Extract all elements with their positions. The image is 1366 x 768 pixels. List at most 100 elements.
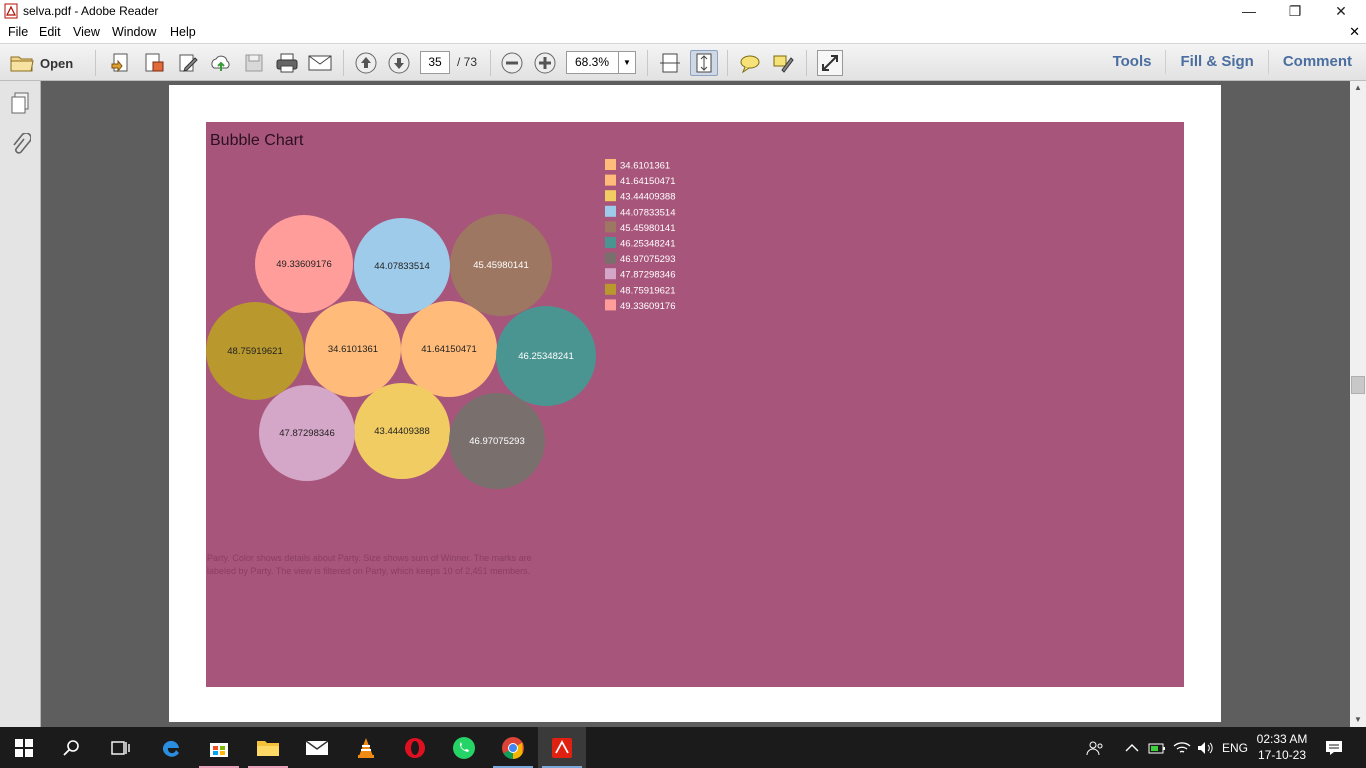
chrome-taskbar-button[interactable] — [489, 727, 537, 768]
fit-width-button[interactable] — [657, 50, 683, 76]
export-pdf-button[interactable] — [141, 50, 167, 76]
envelope-icon — [308, 55, 332, 71]
bubble-label: 47.87298346 — [279, 428, 334, 439]
file-explorer-taskbar-button[interactable] — [244, 727, 292, 768]
search-button[interactable] — [48, 727, 96, 768]
chevron-down-icon[interactable]: ▼ — [618, 52, 635, 73]
wifi-icon[interactable] — [1173, 727, 1191, 768]
legend-label: 45.45980141 — [620, 223, 675, 234]
chrome-icon — [502, 736, 524, 759]
opera-icon — [405, 737, 425, 758]
close-window-button[interactable]: ✕ — [1318, 0, 1364, 22]
save-button[interactable] — [241, 50, 267, 76]
save-icon — [245, 54, 263, 72]
menu-bar: File Edit View Window Help ✕ — [0, 22, 1366, 43]
attachments-icon[interactable] — [9, 133, 31, 157]
people-icon[interactable] — [1086, 727, 1106, 768]
legend-label: 34.6101361 — [620, 161, 670, 172]
close-document-icon[interactable]: ✕ — [1349, 24, 1360, 40]
bubble-label: 44.07833514 — [374, 261, 429, 272]
legend-swatch — [605, 299, 616, 311]
legend-swatch — [605, 205, 616, 217]
comment-pane-link[interactable]: Comment — [1267, 50, 1366, 74]
legend-label: 46.25348241 — [620, 239, 675, 250]
bubble-label: 41.64150471 — [421, 344, 476, 355]
zoom-out-button[interactable] — [499, 50, 525, 76]
scroll-up-icon[interactable]: ▲ — [1350, 81, 1366, 95]
fill-sign-pane-link[interactable]: Fill & Sign — [1165, 50, 1267, 74]
edit-pdf-button[interactable] — [175, 50, 201, 76]
tools-pane-link[interactable]: Tools — [1099, 50, 1166, 74]
folder-icon — [10, 56, 34, 72]
language-indicator[interactable]: ENG — [1222, 727, 1248, 768]
create-pdf-button[interactable] — [108, 50, 134, 76]
open-label: Open — [40, 55, 74, 71]
adobe-reader-taskbar-button[interactable] — [538, 727, 586, 768]
mail-icon — [305, 739, 329, 755]
fit-page-button[interactable] — [690, 50, 718, 76]
minimize-button[interactable]: — — [1226, 0, 1272, 22]
arrow-down-icon — [388, 52, 410, 74]
vlc-taskbar-button[interactable] — [342, 727, 390, 768]
legend-swatch — [605, 237, 616, 248]
document-view[interactable]: Bubble Chart 34.6101361 41.64150471 43.444… — [41, 81, 1350, 727]
notifications-icon[interactable] — [1325, 727, 1343, 768]
highlighter-icon — [773, 55, 794, 73]
legend-label: 43.44409388 — [620, 192, 675, 203]
comment-bubble-icon — [740, 55, 760, 73]
menu-view[interactable]: View — [73, 25, 100, 39]
edge-taskbar-button[interactable] — [147, 727, 195, 768]
fit-width-icon — [660, 53, 680, 73]
store-taskbar-button[interactable] — [195, 727, 243, 768]
bubble-group: 34.6101361 41.64150471 43.44409388 44.07833… — [206, 214, 596, 489]
upload-button[interactable] — [208, 50, 234, 76]
title-bar: selva.pdf - Adobe Reader — ❐ ✕ — [0, 0, 1366, 22]
task-panes: Tools Fill & Sign Comment — [1099, 44, 1366, 80]
edit-icon — [179, 54, 198, 72]
bubble-label: 48.75919621 — [227, 346, 282, 357]
menu-window[interactable]: Window — [112, 25, 156, 39]
scroll-down-icon[interactable]: ▼ — [1350, 713, 1366, 727]
pdf-page: Bubble Chart 34.6101361 41.64150471 43.444… — [169, 85, 1221, 722]
legend-label: 46.97075293 — [620, 254, 675, 265]
bubble-label: 46.97075293 — [469, 436, 524, 447]
opera-taskbar-button[interactable] — [391, 727, 439, 768]
chart-title: Bubble Chart — [210, 132, 304, 149]
store-icon — [210, 742, 228, 757]
task-view-icon — [111, 740, 130, 755]
chart-canvas: Bubble Chart 34.6101361 41.64150471 43.444… — [206, 132, 675, 576]
start-button[interactable] — [0, 727, 48, 768]
menu-edit[interactable]: Edit — [39, 25, 61, 39]
menu-file[interactable]: File — [8, 25, 28, 39]
show-hidden-icons-chevron-icon[interactable] — [1125, 727, 1139, 768]
full-screen-button[interactable] — [817, 50, 843, 76]
restore-button[interactable]: ❐ — [1272, 0, 1318, 22]
volume-icon[interactable] — [1196, 727, 1214, 768]
whatsapp-taskbar-button[interactable] — [440, 727, 488, 768]
scrollbar-thumb[interactable] — [1351, 376, 1365, 394]
bubble-label: 49.33609176 — [276, 259, 331, 270]
battery-icon[interactable] — [1148, 727, 1166, 768]
next-page-button[interactable] — [386, 50, 412, 76]
open-button[interactable]: Open — [10, 50, 73, 76]
vertical-scrollbar[interactable]: ▲ ▼ — [1350, 81, 1366, 727]
mail-taskbar-button[interactable] — [293, 727, 341, 768]
zoom-select[interactable]: 68.3% ▼ — [566, 51, 636, 74]
legend-label: 48.75919621 — [620, 285, 675, 296]
page-number-input[interactable]: 35 — [420, 51, 450, 74]
zoom-in-button[interactable] — [532, 50, 558, 76]
highlight-text-button[interactable] — [770, 50, 796, 76]
system-clock[interactable]: 02:33 AM 17-10-23 — [1247, 731, 1317, 763]
print-button[interactable] — [274, 50, 300, 76]
menu-help[interactable]: Help — [170, 25, 196, 39]
legend-label: 44.07833514 — [620, 207, 675, 218]
legend-label: 47.87298346 — [620, 270, 675, 281]
previous-page-button[interactable] — [353, 50, 379, 76]
chart-caption-line-1: Party. Color shows details about Party. … — [207, 553, 532, 563]
legend-swatch — [605, 221, 616, 233]
task-view-button[interactable] — [96, 727, 144, 768]
email-button[interactable] — [307, 50, 333, 76]
page-thumbnails-icon[interactable] — [9, 91, 31, 115]
navigation-pane — [0, 81, 41, 727]
sticky-note-button[interactable] — [737, 50, 763, 76]
